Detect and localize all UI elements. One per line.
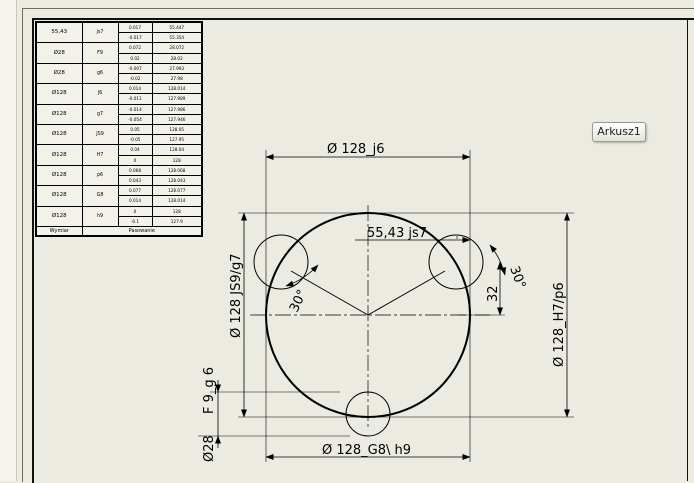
part-geometry [253, 212, 484, 437]
dim-text-top: Ø 128_j6 [327, 142, 385, 157]
radial-right [367, 270, 446, 316]
dim-text-bottom: Ø 128_G8\ h9 [322, 443, 411, 458]
dimension-texts: Ø 128_j6 55,43 js7 Ø 128 JS9/g7 Ø 128_H7… [202, 142, 567, 462]
dim-text-angle-right: 30° [506, 264, 528, 291]
dim-text-left: Ø 128 JS9/g7 [229, 253, 244, 338]
dim-text-32: 32 [486, 285, 501, 302]
angle-arc-left [285, 264, 319, 287]
technical-drawing: Ø 128_j6 55,43 js7 Ø 128 JS9/g7 Ø 128_H7… [198, 142, 574, 462]
dimension-lines [215, 154, 570, 460]
dim-text-left-lower-1: F 9_g 6 [202, 367, 217, 414]
dim-text-inner: 55,43 js7 [367, 226, 427, 241]
dim-text-right: Ø 128_H7/p6 [552, 282, 567, 367]
dim-text-angle-left: 30° [287, 287, 310, 314]
dim-text-left-lower-2: Ø28 [202, 435, 217, 462]
angle-arc-right [489, 244, 507, 276]
